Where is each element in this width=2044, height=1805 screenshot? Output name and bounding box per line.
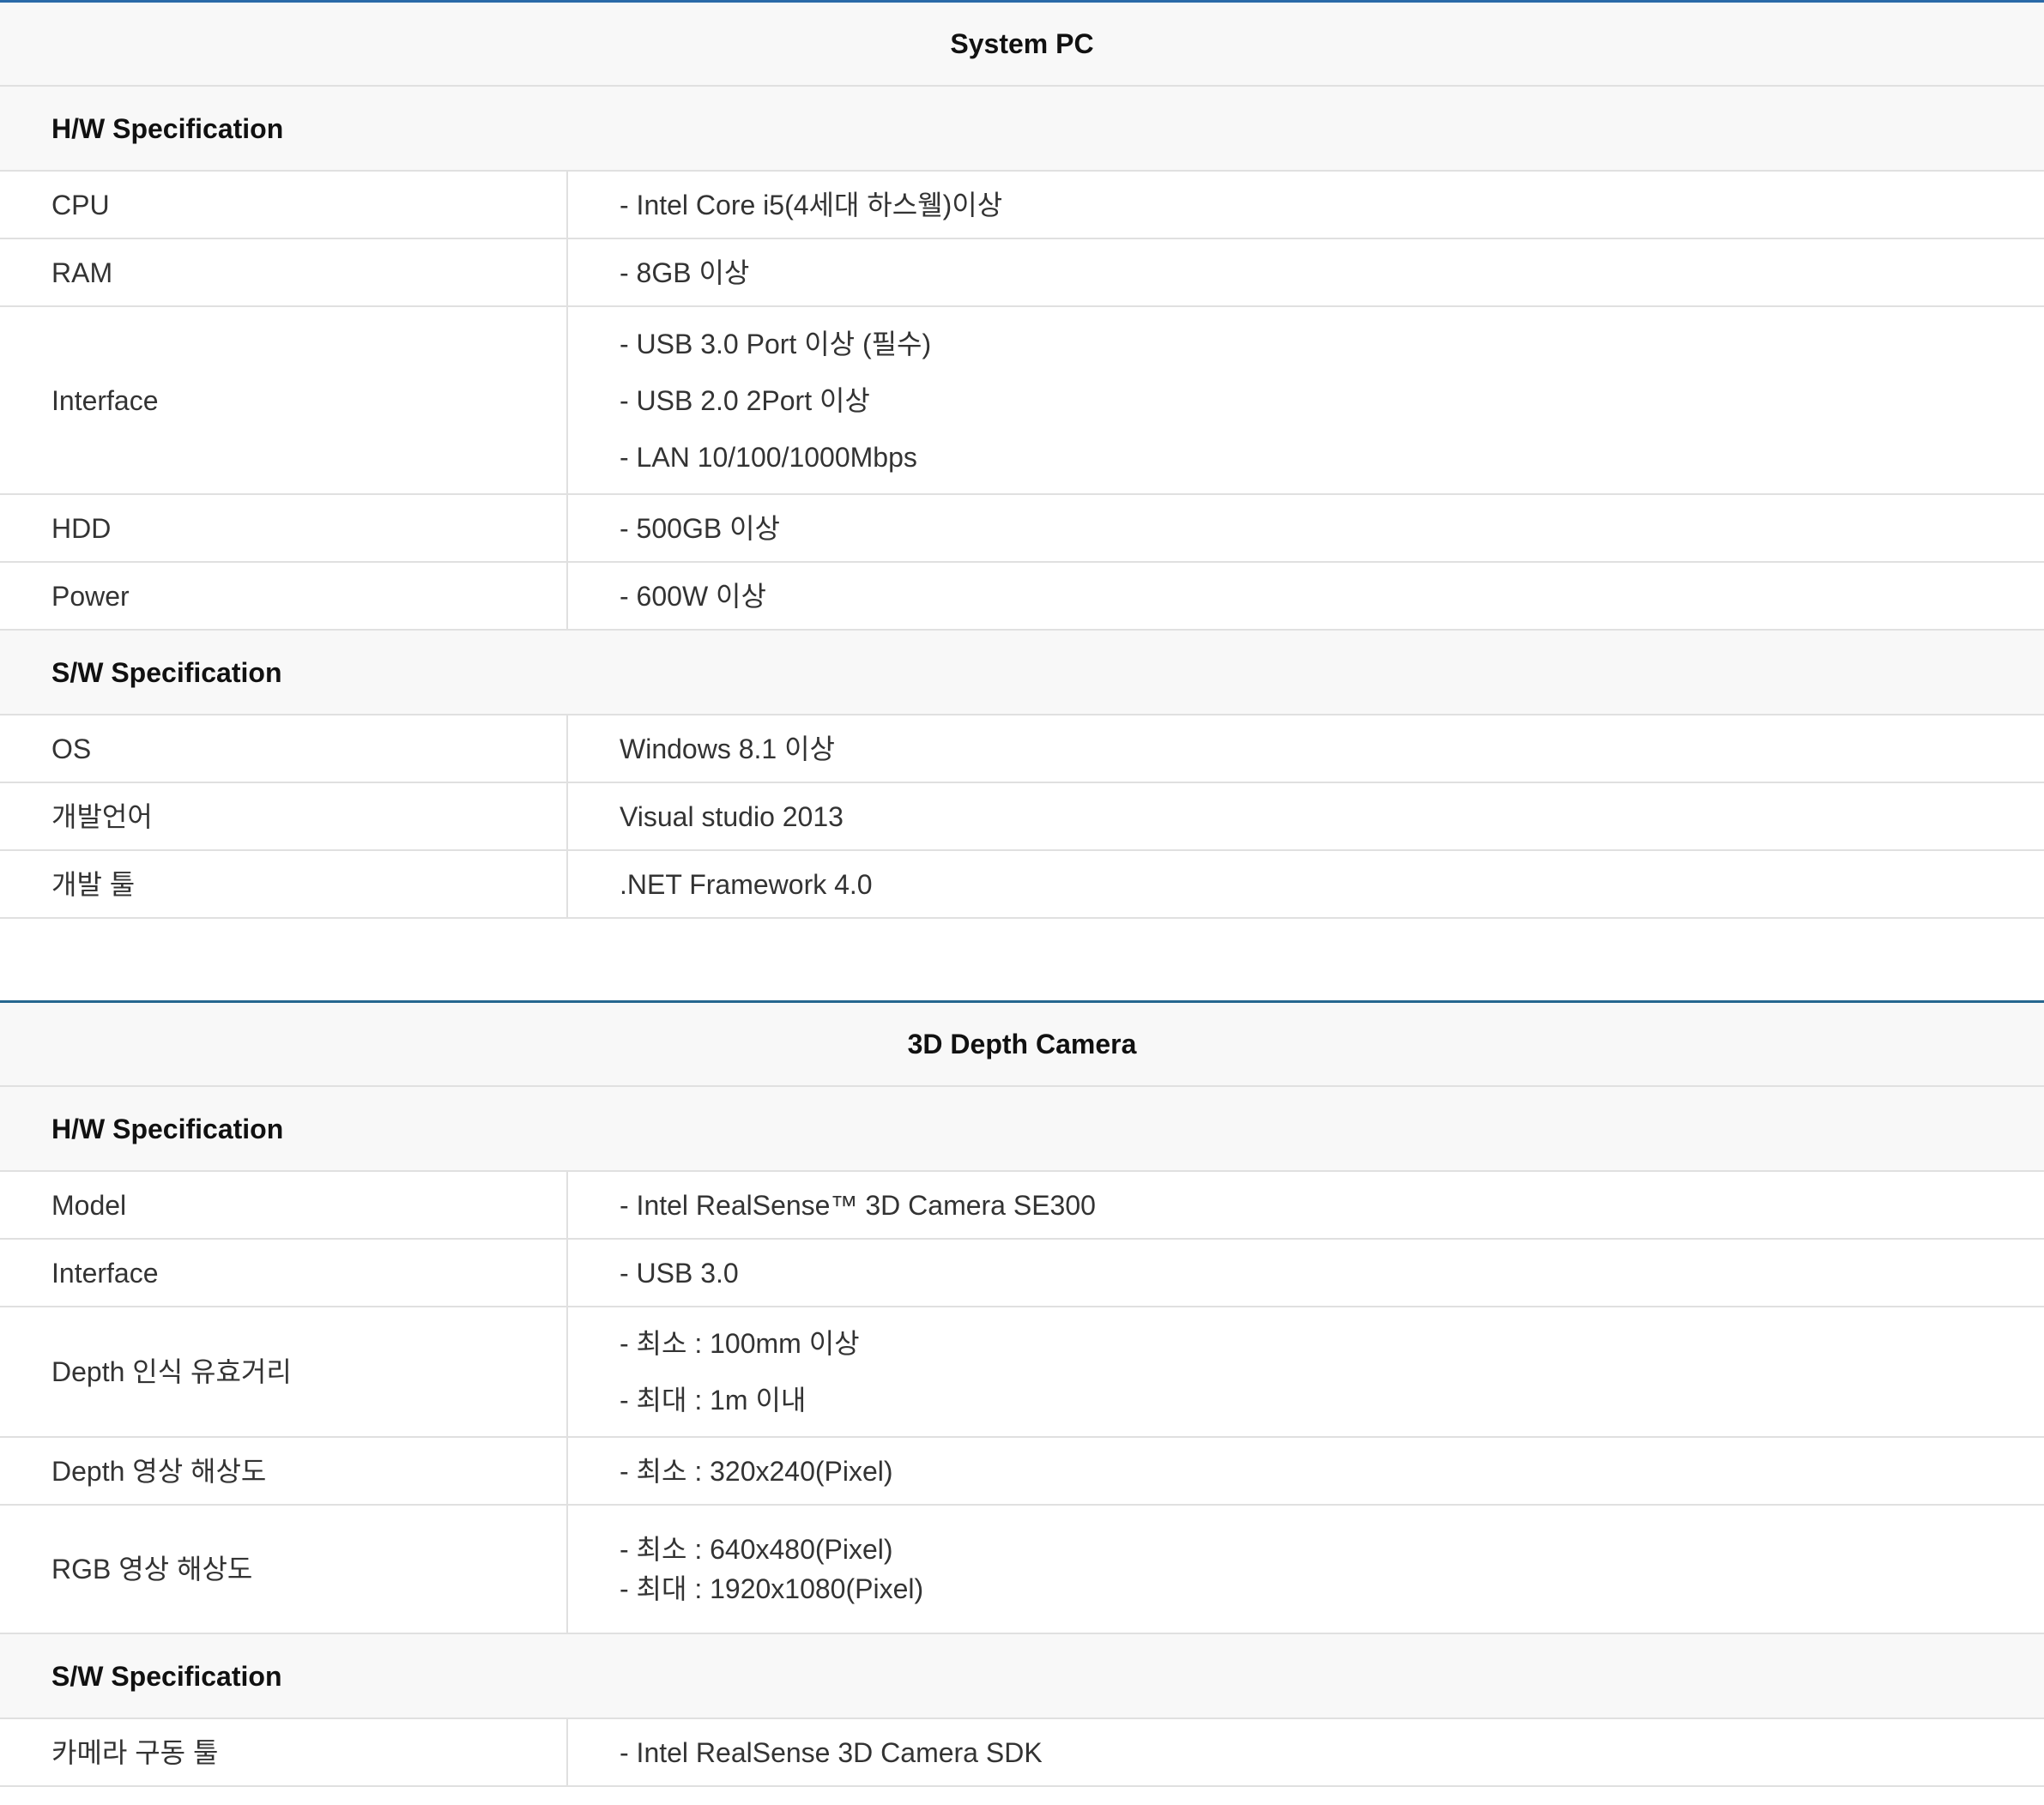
camera-tool-value: - Intel RealSense 3D Camera SDK [567, 1718, 2044, 1787]
table-row: 개발언어 Visual studio 2013 [0, 782, 2044, 851]
interface-label: Interface [0, 306, 568, 495]
table-row: 카메라 구동 툴 - Intel RealSense 3D Camera SDK [0, 1718, 2044, 1787]
table-row: Interface - USB 3.0 [0, 1239, 2044, 1307]
rgb-resolution-value: - 최소 : 640x480(Pixel) - 최대 : 1920x1080(P… [567, 1505, 2044, 1634]
hdd-label: HDD [0, 494, 568, 563]
table-title-row: System PC [0, 1, 2044, 87]
depth-camera-spec-table: 3D Depth Camera H/W Specification Model … [0, 1000, 2044, 1787]
value-line: - LAN 10/100/1000Mbps [620, 441, 917, 473]
sw-specification-heading: S/W Specification [0, 1633, 2044, 1719]
table-row: Model - Intel RealSense™ 3D Camera SE300 [0, 1171, 2044, 1240]
dev-tool-label: 개발 툴 [0, 850, 568, 919]
section-heading-row: H/W Specification [0, 1086, 2044, 1172]
rgb-resolution-label: RGB 영상 해상도 [0, 1505, 568, 1634]
table-row: 개발 툴 .NET Framework 4.0 [0, 850, 2044, 919]
depth-camera-title: 3D Depth Camera [0, 1001, 2044, 1087]
depth-range-label: Depth 인식 유효거리 [0, 1307, 568, 1438]
value-line: - 최대 : 1m 이내 [620, 1385, 807, 1416]
value-line: - USB 3.0 Port 이상 (필수) [620, 328, 932, 359]
sw-specification-heading: S/W Specification [0, 630, 2044, 715]
table-row: Depth 인식 유효거리 - 최소 : 100mm 이상 - 최대 : 1m … [0, 1307, 2044, 1438]
table-row: RAM - 8GB 이상 [0, 238, 2044, 307]
system-pc-spec-table: System PC H/W Specification CPU - Intel … [0, 0, 2044, 919]
table-row: OS Windows 8.1 이상 [0, 715, 2044, 783]
table-row: Interface - USB 3.0 Port 이상 (필수) - USB 2… [0, 306, 2044, 495]
power-label: Power [0, 562, 568, 631]
value-line: - USB 2.0 2Port 이상 [620, 384, 870, 416]
power-value: - 600W 이상 [567, 562, 2044, 631]
table-row: Power - 600W 이상 [0, 562, 2044, 631]
interface-label: Interface [0, 1239, 568, 1307]
ram-value: - 8GB 이상 [567, 238, 2044, 307]
depth-resolution-value: - 최소 : 320x240(Pixel) [567, 1437, 2044, 1506]
section-heading-row: S/W Specification [0, 630, 2044, 715]
model-label: Model [0, 1171, 568, 1240]
camera-tool-label: 카메라 구동 툴 [0, 1718, 568, 1787]
cpu-value: - Intel Core i5(4세대 하스웰)이상 [567, 171, 2044, 239]
depth-range-value: - 최소 : 100mm 이상 - 최대 : 1m 이내 [567, 1307, 2044, 1438]
value-line: - 최소 : 100mm 이상 [620, 1328, 860, 1359]
table-title-row: 3D Depth Camera [0, 1001, 2044, 1087]
hw-specification-heading: H/W Specification [0, 86, 2044, 172]
os-label: OS [0, 715, 568, 783]
os-value: Windows 8.1 이상 [567, 715, 2044, 783]
system-pc-title: System PC [0, 1, 2044, 87]
table-row: HDD - 500GB 이상 [0, 494, 2044, 563]
ram-label: RAM [0, 238, 568, 307]
model-value: - Intel RealSense™ 3D Camera SE300 [567, 1171, 2044, 1240]
value-line: - 최대 : 1920x1080(Pixel) [620, 1573, 924, 1604]
table-spacer [0, 919, 2044, 1000]
section-heading-row: H/W Specification [0, 86, 2044, 172]
section-heading-row: S/W Specification [0, 1633, 2044, 1719]
dev-language-value: Visual studio 2013 [567, 782, 2044, 851]
depth-resolution-label: Depth 영상 해상도 [0, 1437, 568, 1506]
hw-specification-heading: H/W Specification [0, 1086, 2044, 1172]
table-row: RGB 영상 해상도 - 최소 : 640x480(Pixel) - 최대 : … [0, 1505, 2044, 1634]
interface-value: - USB 3.0 Port 이상 (필수) - USB 2.0 2Port 이… [567, 306, 2044, 495]
table-row: Depth 영상 해상도 - 최소 : 320x240(Pixel) [0, 1437, 2044, 1506]
cpu-label: CPU [0, 171, 568, 239]
table-row: CPU - Intel Core i5(4세대 하스웰)이상 [0, 171, 2044, 239]
hdd-value: - 500GB 이상 [567, 494, 2044, 563]
dev-language-label: 개발언어 [0, 782, 568, 851]
dev-tool-value: .NET Framework 4.0 [567, 850, 2044, 919]
value-line: - 최소 : 640x480(Pixel) [620, 1534, 893, 1565]
interface-value: - USB 3.0 [567, 1239, 2044, 1307]
